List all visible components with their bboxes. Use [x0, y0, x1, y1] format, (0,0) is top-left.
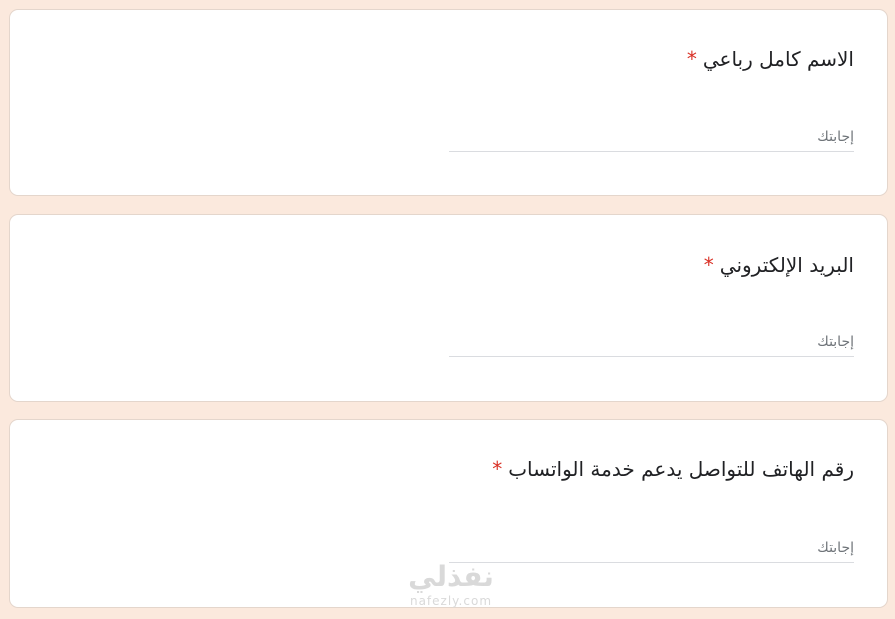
full-name-input[interactable] — [449, 122, 854, 152]
question-title: رقم الهاتف للتواصل يدعم خدمة الواتساب* — [492, 457, 854, 481]
email-input[interactable] — [449, 327, 854, 357]
question-card-full-name: الاسم كامل رباعي* — [9, 9, 888, 196]
question-title: الاسم كامل رباعي* — [687, 47, 854, 71]
question-card-phone: رقم الهاتف للتواصل يدعم خدمة الواتساب* — [9, 419, 888, 608]
question-card-email: البريد الإلكتروني* — [9, 214, 888, 402]
question-title-text: رقم الهاتف للتواصل يدعم خدمة الواتساب — [508, 457, 854, 481]
required-asterisk: * — [703, 253, 714, 277]
question-title-text: الاسم كامل رباعي — [702, 47, 854, 71]
required-asterisk: * — [686, 47, 697, 71]
question-title: البريد الإلكتروني* — [704, 253, 854, 277]
phone-input[interactable] — [449, 533, 854, 563]
required-asterisk: * — [492, 457, 503, 481]
question-title-text: البريد الإلكتروني — [719, 253, 854, 277]
